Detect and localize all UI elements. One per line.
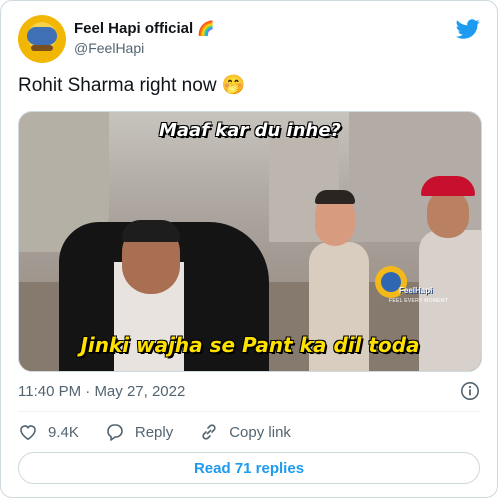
tweet-date: May 27, 2022 — [94, 383, 186, 400]
tweet-actions: 9.4K Reply Copy link — [18, 422, 317, 442]
tweet-time: 11:40 PM — [18, 383, 82, 400]
link-icon — [202, 424, 216, 440]
tweet-timestamp[interactable]: 11:40 PM · May 27, 2022 — [18, 382, 185, 402]
tweet-text-row: Rohit Sharma right now 🤭 — [18, 73, 246, 99]
figure-right-cap — [421, 176, 475, 196]
figure-middle-hair — [315, 190, 355, 204]
tweet-header: Feel Hapi official 🌈 @FeelHapi — [18, 15, 480, 63]
figure-right-head — [427, 190, 469, 238]
reply-bubble-icon — [107, 424, 123, 441]
tweet-media-image[interactable]: FeelHapi FEEL EVERY MOMENT Maaf kar du i… — [18, 111, 482, 372]
author-block[interactable]: Feel Hapi official 🌈 @FeelHapi — [74, 19, 215, 58]
info-icon[interactable] — [460, 381, 480, 401]
author-display-name[interactable]: Feel Hapi official — [74, 19, 193, 38]
watermark-name: FeelHapi — [399, 286, 433, 295]
reply-button[interactable]: Reply — [105, 422, 173, 442]
watermark-tagline: FEEL EVERY MOMENT — [389, 298, 449, 304]
avatar-logo-shape — [27, 27, 57, 45]
meme-caption-top: Maaf kar du inhe? — [159, 120, 341, 141]
figure-left-hair — [122, 220, 180, 242]
copy-link-label: Copy link — [229, 423, 291, 441]
tweet-card: Feel Hapi official 🌈 @FeelHapi Rohit Sha… — [0, 0, 498, 498]
read-replies-button[interactable]: Read 71 replies — [18, 452, 480, 484]
author-handle[interactable]: @FeelHapi — [74, 39, 215, 58]
meme-caption-bottom: Jinki wajha se Pant ka dil toda — [80, 333, 420, 357]
hand-over-mouth-emoji: 🤭 — [221, 75, 246, 96]
like-button[interactable]: 9.4K — [18, 422, 79, 442]
author-name-row: Feel Hapi official 🌈 — [74, 19, 215, 38]
copy-link-button[interactable]: Copy link — [199, 422, 291, 442]
tweet-text: Rohit Sharma right now — [18, 75, 217, 96]
reply-label: Reply — [134, 423, 174, 441]
rainbow-emoji: 🌈 — [197, 20, 215, 36]
avatar-logo-base — [31, 45, 53, 51]
timestamp-separator: · — [85, 383, 91, 400]
heart-icon — [20, 425, 36, 440]
avatar[interactable] — [18, 15, 66, 63]
like-count: 9.4K — [48, 423, 79, 441]
divider — [18, 411, 480, 412]
twitter-bird-icon[interactable] — [456, 17, 480, 41]
